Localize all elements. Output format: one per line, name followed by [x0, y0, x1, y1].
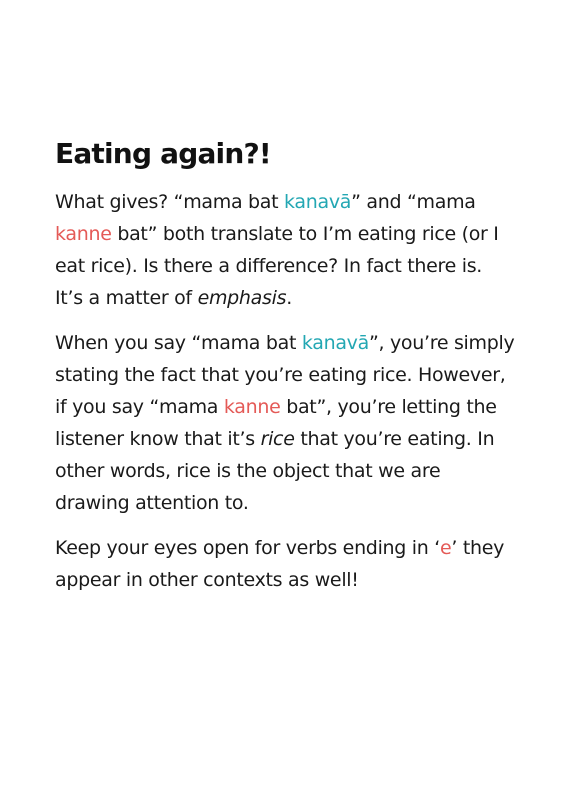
- paragraph-tip: Keep your eyes open for verbs ending in …: [55, 532, 515, 596]
- text-segment: Keep your eyes open for verbs ending in …: [55, 537, 440, 559]
- page-content: Eating again?! What gives? “mama bat kan…: [55, 136, 515, 609]
- text-segment: ” and “mama: [351, 191, 476, 213]
- paragraph-intro: What gives? “mama bat kanavā” and “mama …: [55, 186, 515, 314]
- text-segment: What gives? “mama bat: [55, 191, 285, 213]
- highlight-kanne: kanne: [55, 223, 112, 245]
- paragraph-explanation: When you say “mama bat kanavā”, you’re s…: [55, 327, 515, 519]
- highlight-kanava: kanavā: [301, 332, 369, 354]
- text-segment: When you say “mama bat: [55, 332, 302, 354]
- text-segment: .: [286, 287, 292, 309]
- highlight-e: e: [440, 537, 452, 559]
- highlight-kanava: kanavā: [284, 191, 352, 213]
- emphasis-word: emphasis: [197, 287, 287, 309]
- highlight-kanne: kanne: [223, 396, 281, 418]
- page-title: Eating again?!: [55, 137, 272, 170]
- emphasis-rice: rice: [260, 428, 295, 450]
